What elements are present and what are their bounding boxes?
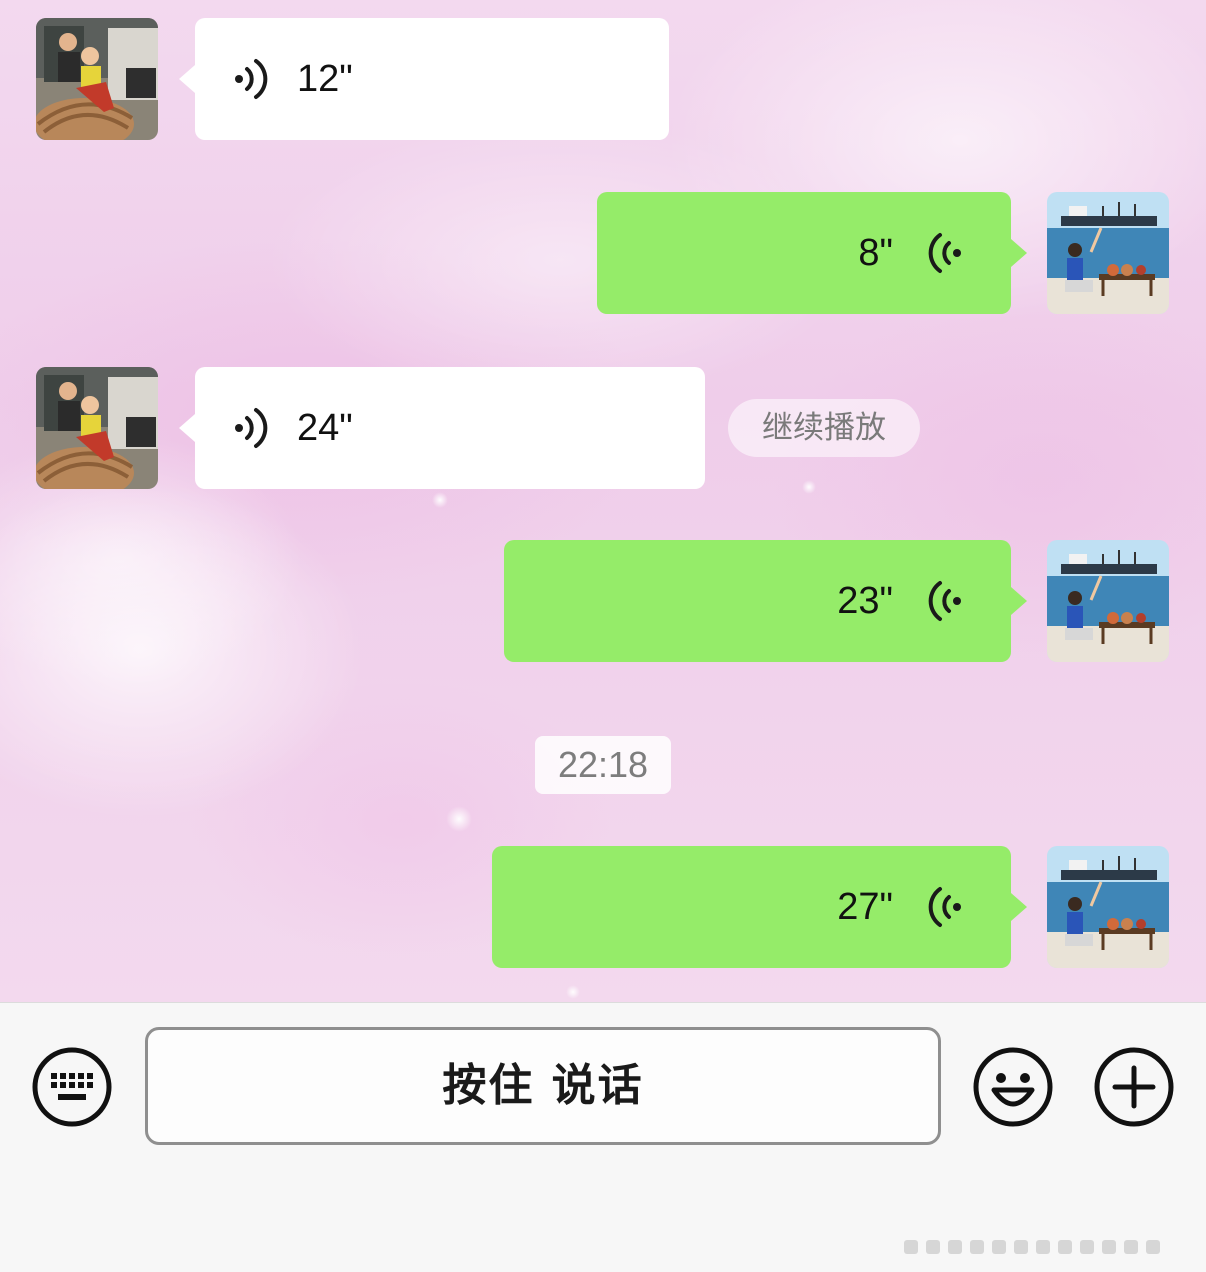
voice-message-incoming[interactable]: 12" [179,18,669,140]
timestamp: 22:18 [535,736,671,794]
background-sparkle [566,985,580,999]
background-sparkle [446,806,472,832]
voice-duration: 8" [858,232,893,274]
my-avatar[interactable] [1047,192,1169,314]
voice-duration: 12" [297,58,353,100]
contact-avatar[interactable] [36,367,158,489]
voice-wave-icon [928,581,961,621]
voice-duration: 23" [837,580,893,622]
background-sparkle [802,480,816,494]
voice-wave-icon [235,408,268,448]
my-avatar[interactable] [1047,540,1169,662]
voice-duration: 24" [297,407,353,449]
hold-to-talk-button[interactable]: 按住 说话 [145,1027,941,1145]
my-avatar[interactable] [1047,846,1169,968]
voice-message-incoming[interactable]: 24" [179,367,705,489]
background-sparkle [432,492,448,508]
input-bar: 按住 说话 [0,1002,1206,1272]
continue-play-button[interactable]: 继续播放 [728,399,920,457]
voice-message-outgoing[interactable]: 23" [504,540,1027,662]
voice-wave-icon [235,59,268,99]
keyboard-icon[interactable] [31,1046,113,1128]
contact-avatar[interactable] [36,18,158,140]
emoji-icon[interactable] [972,1046,1054,1128]
voice-duration: 27" [837,886,893,928]
watermark [904,1240,1194,1258]
voice-message-outgoing[interactable]: 27" [492,846,1027,968]
voice-message-outgoing[interactable]: 8" [597,192,1027,314]
plus-icon[interactable] [1093,1046,1175,1128]
chat-area[interactable]: 12" 8" 24" 继续播放 23" 22:18 27" [0,0,1206,1002]
voice-wave-icon [928,887,961,927]
voice-wave-icon [928,233,961,273]
